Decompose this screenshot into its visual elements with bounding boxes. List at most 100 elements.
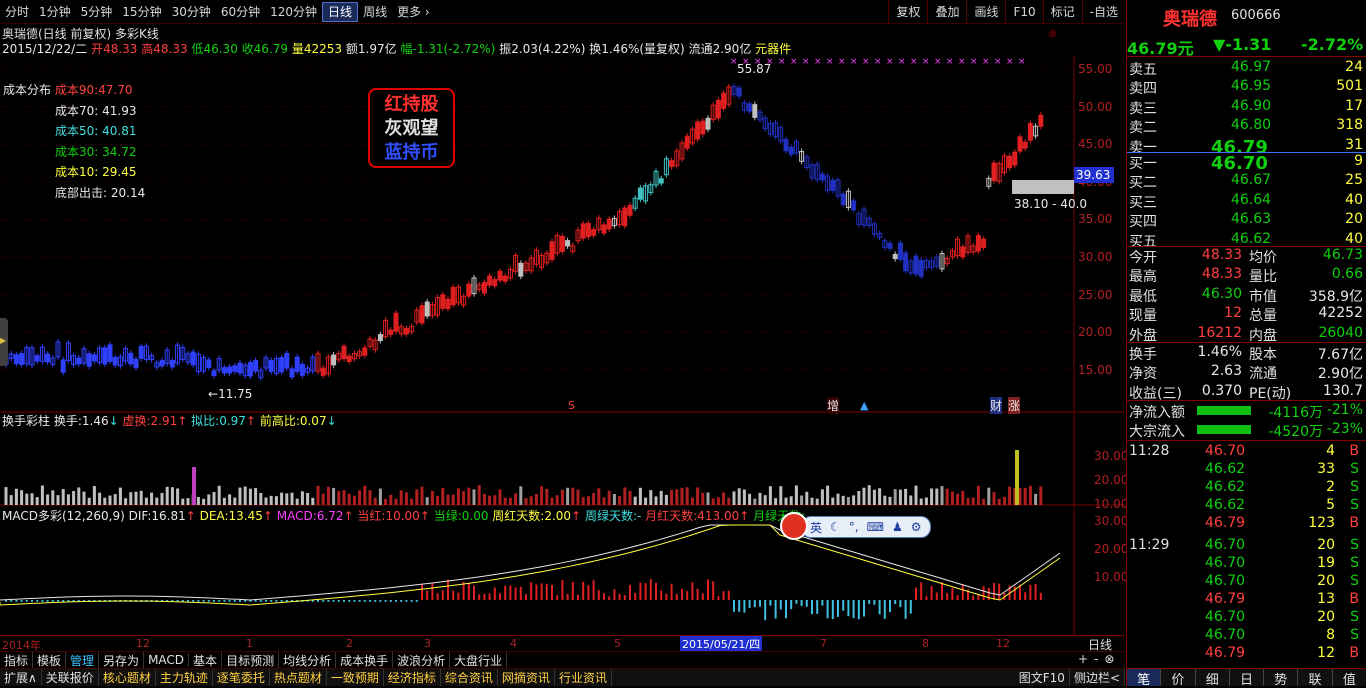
ime-lang[interactable]: 英 — [810, 519, 822, 536]
volume-bar — [25, 493, 29, 505]
macd-bar — [20, 600, 23, 602]
toolbar-button-0[interactable]: 复权 — [888, 0, 927, 24]
volume-bar — [446, 494, 450, 505]
info-tab-4[interactable]: 逐笔委托 — [213, 669, 270, 686]
toolbar-button-1[interactable]: 叠加 — [927, 0, 966, 24]
info-tab-10[interactable]: 行业资讯 — [555, 669, 612, 686]
event-cai[interactable]: 财 — [990, 397, 1003, 414]
volume-bar — [872, 489, 876, 505]
signal-marker: × — [994, 57, 1002, 67]
quote-tab-2[interactable]: 细 — [1196, 669, 1230, 688]
info-tab-1[interactable]: 关联报价 — [42, 669, 99, 686]
volume-bar — [753, 498, 757, 505]
indicator-tab-6[interactable]: 目标预测 — [222, 651, 280, 669]
quote-tab-4[interactable]: 势 — [1264, 669, 1299, 688]
user-icon[interactable]: ♟ — [892, 520, 903, 534]
indicator-tab-8[interactable]: 成本换手 — [336, 651, 394, 669]
period-tab-1[interactable]: 1分钟 — [34, 3, 76, 20]
info-tab-2[interactable]: 核心题材 — [99, 669, 156, 686]
moon-icon[interactable]: ☾ — [830, 520, 841, 534]
volume-bar — [124, 498, 128, 505]
info-tab-8[interactable]: 综合资讯 — [441, 669, 498, 686]
indicator-tab-2[interactable]: 管理 — [66, 651, 100, 669]
macd-bar — [270, 600, 273, 602]
event-zhang[interactable]: 涨 — [1008, 397, 1021, 414]
volume-bar — [586, 496, 590, 505]
macd-bar — [535, 584, 538, 600]
event-s[interactable]: S — [568, 399, 575, 412]
macd-bar — [426, 590, 429, 600]
legend-cash: 蓝持币 — [384, 142, 439, 163]
quote-tab-3[interactable]: 日 — [1230, 669, 1265, 688]
period-tab-4[interactable]: 30分钟 — [167, 3, 216, 20]
period-tab-9[interactable]: 更多 › — [392, 3, 435, 20]
event-zeng[interactable]: 增 — [827, 397, 840, 414]
info-tab-7[interactable]: 经济指标 — [384, 669, 441, 686]
macd-bar — [25, 600, 28, 602]
signal-marker: × — [886, 57, 894, 67]
quote-tab-5[interactable]: 联 — [1298, 669, 1333, 688]
candle-body — [747, 103, 753, 112]
indicator-tabs: 指标 模板 管理 另存为 MACD 基本 目标预测 均线分析 成本换手 波浪分析 大盘行业 — [0, 651, 1125, 669]
punct-icon[interactable]: °, — [849, 520, 859, 534]
close-icon[interactable]: ⊗ — [1048, 27, 1057, 40]
sector-link[interactable]: 元器件 — [755, 42, 791, 56]
volume-bar — [638, 487, 642, 505]
macd-bar — [613, 589, 616, 600]
info-tab-9[interactable]: 网摘资讯 — [498, 669, 555, 686]
volume-bar — [35, 497, 39, 505]
period-tab-7[interactable]: 日线 — [322, 1, 359, 22]
candle-body — [887, 242, 893, 249]
zoom-controls[interactable]: +-⊗ — [1078, 652, 1120, 666]
volume-bar — [264, 497, 268, 505]
quote-tab-0[interactable]: 笔 — [1127, 669, 1162, 688]
ime-logo-icon[interactable] — [780, 512, 808, 540]
sidebar-toggle[interactable]: 侧边栏< — [1070, 669, 1125, 686]
indicator-tab-7[interactable]: 均线分析 — [279, 651, 337, 669]
volume-bar — [87, 497, 91, 505]
period-tab-3[interactable]: 15分钟 — [117, 3, 166, 20]
indicator-tab-5[interactable]: 基本 — [189, 651, 223, 669]
wrench-icon[interactable]: ⚙ — [911, 520, 922, 534]
period-tab-6[interactable]: 120分钟 — [265, 3, 322, 20]
volume-bar — [820, 489, 824, 505]
candle-body — [107, 344, 113, 362]
toolbar-button-4[interactable]: 标记 — [1042, 0, 1082, 24]
toolbar-button-3[interactable]: F10 — [1005, 0, 1042, 24]
period-tab-0[interactable]: 分时 — [0, 3, 34, 20]
period-tab-8[interactable]: 周线 — [358, 3, 392, 20]
indicator-tab-10[interactable]: 大盘行业 — [450, 651, 508, 669]
volume-bar — [4, 487, 8, 505]
period-tab-5[interactable]: 60分钟 — [216, 3, 265, 20]
quote-tab-6[interactable]: 值 — [1333, 669, 1366, 688]
left-panel-handle[interactable]: ▶ — [0, 318, 8, 366]
ime-toolbar[interactable]: 英 ☾ °, ⌨ ♟ ⚙ — [801, 516, 931, 538]
macd-bar — [800, 600, 803, 607]
macd-bar — [785, 600, 787, 619]
info-tab-0[interactable]: 扩展∧ — [0, 669, 42, 686]
event-arrow-icon[interactable]: ▲ — [860, 399, 868, 412]
volume-bar — [290, 492, 294, 505]
indicator-tab-0[interactable]: 指标 — [0, 651, 34, 669]
volume-bar — [451, 494, 455, 505]
candle-body — [975, 235, 981, 252]
candle-body — [19, 353, 25, 365]
toolbar-button-2[interactable]: 画线 — [966, 0, 1005, 24]
volume-bar — [306, 492, 310, 505]
kline-chart[interactable]: × × × × × × × × × × × × × × × × × × × × × × × × × — [0, 55, 1125, 635]
period-tab-2[interactable]: 5分钟 — [76, 3, 118, 20]
volume-bar — [1023, 487, 1027, 505]
indicator-tab-9[interactable]: 波浪分析 — [393, 651, 451, 669]
candle-body — [227, 366, 233, 374]
indicator-tab-1[interactable]: 模板 — [33, 651, 67, 669]
info-tab-3[interactable]: 主力轨迹 — [156, 669, 213, 686]
info-tab-6[interactable]: 一致预期 — [327, 669, 384, 686]
keyboard-icon[interactable]: ⌨ — [867, 520, 884, 534]
indicator-tab-3[interactable]: 另存为 — [99, 651, 145, 669]
toolbar-button-5[interactable]: -自选 — [1081, 0, 1125, 24]
info-tab-5[interactable]: 热点题材 — [270, 669, 327, 686]
quote-tab-1[interactable]: 价 — [1161, 669, 1196, 688]
f10-link[interactable]: 图文F10 — [1015, 669, 1070, 686]
volume-bar — [472, 489, 476, 505]
indicator-tab-4[interactable]: MACD — [144, 653, 190, 667]
